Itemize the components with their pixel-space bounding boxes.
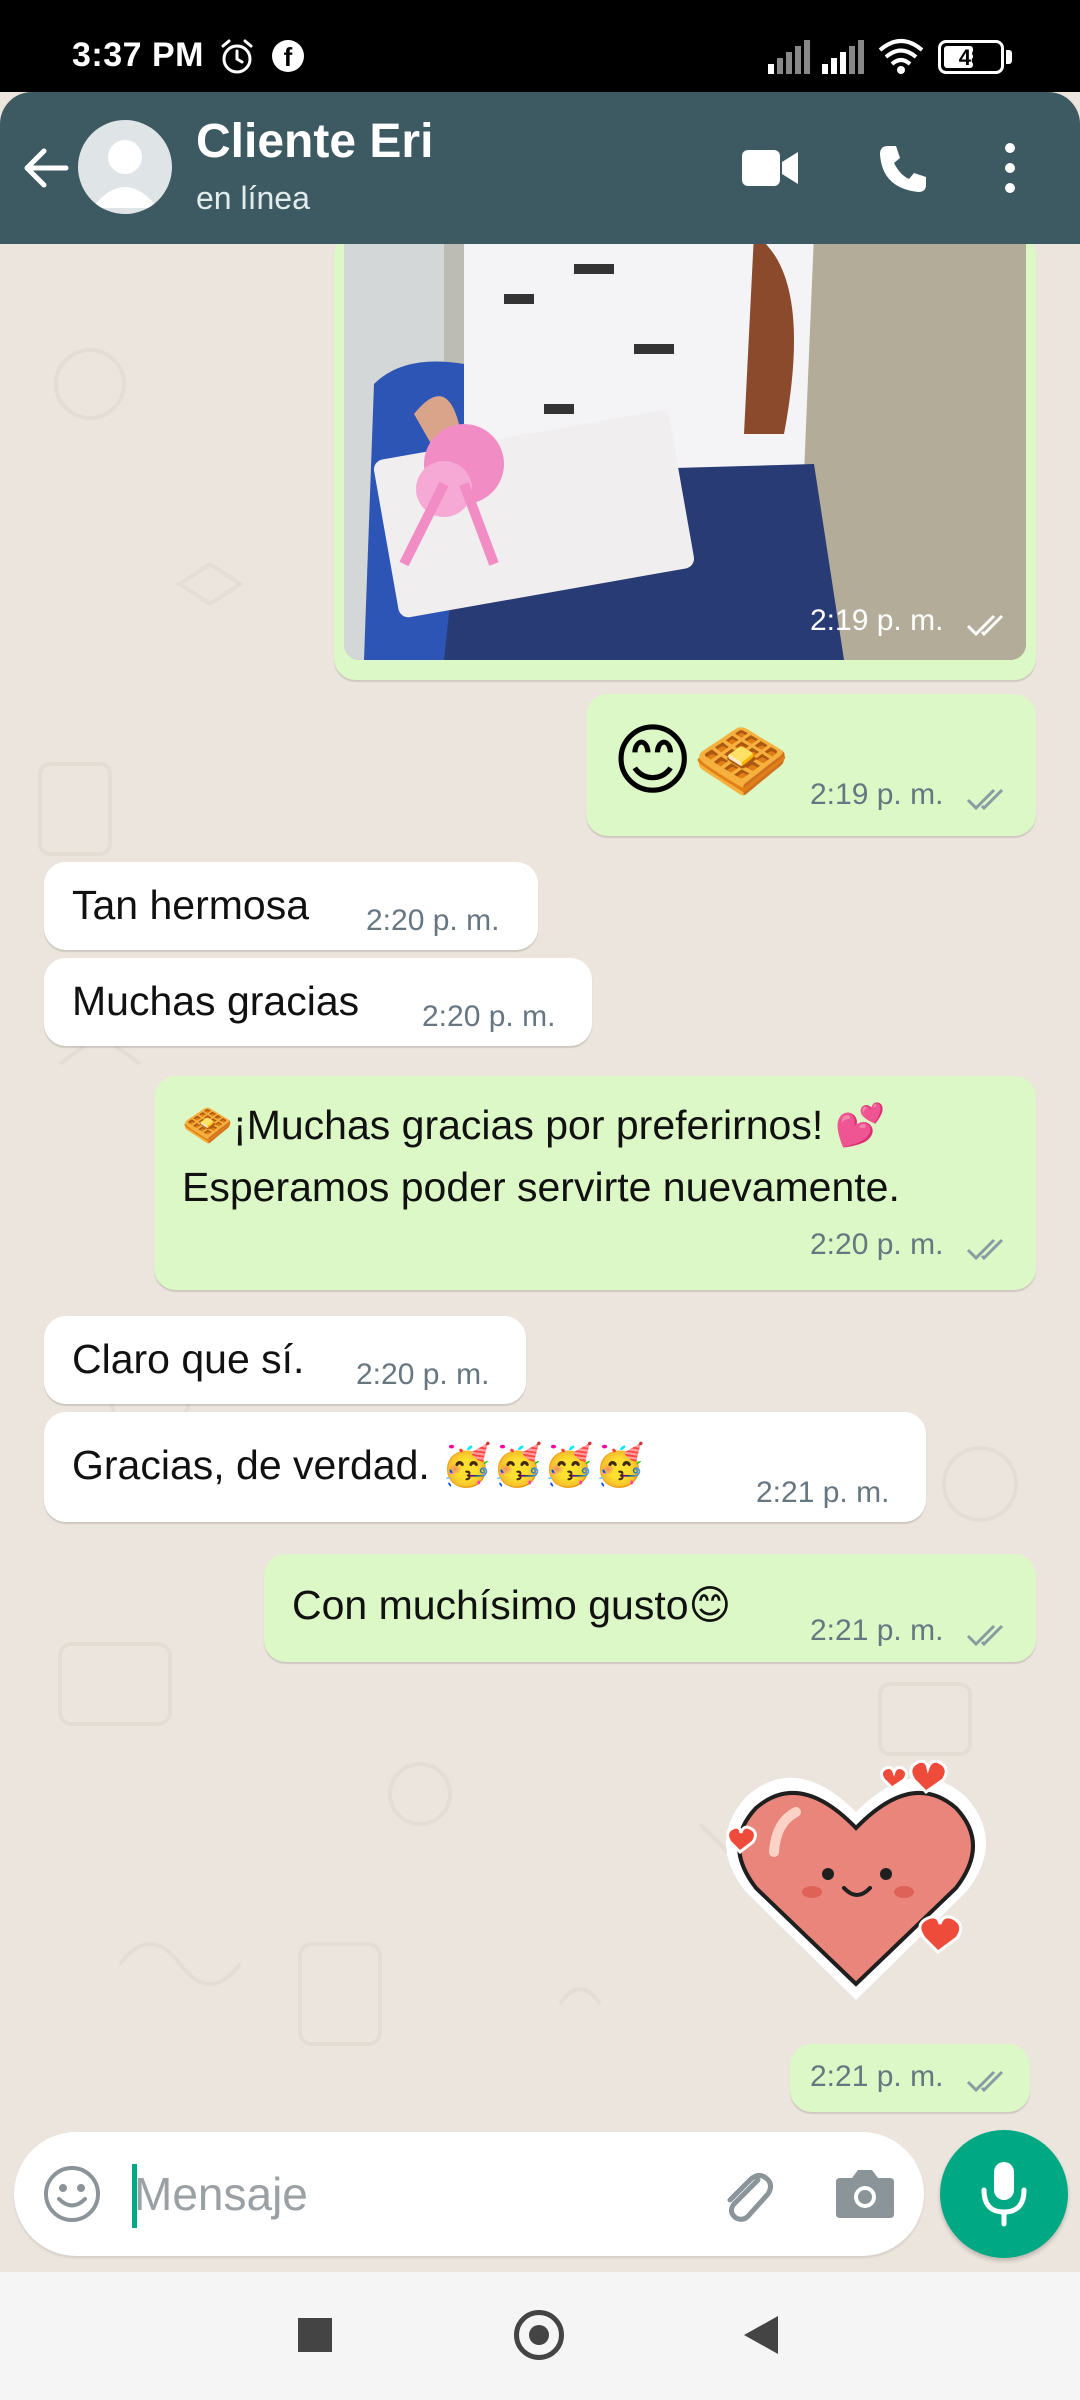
message-bubble[interactable]: Muchas gracias 2:20 p. m. [44,958,592,1046]
message-bubble[interactable]: 🧇¡Muchas gracias por preferirnos! 💕 Espe… [154,1076,1036,1290]
more-vert-icon[interactable] [1002,142,1018,194]
signal-icon [822,40,864,74]
voice-call-icon[interactable] [876,142,930,196]
chat-header: Cliente Eri en línea [0,92,1080,244]
read-ticks-icon [966,2070,1004,2093]
attach-icon[interactable] [714,2162,778,2226]
wifi-icon [878,39,924,74]
message-bubble[interactable]: Claro que sí. 2:20 p. m. [44,1316,526,1404]
status-time: 3:37 PM [72,36,204,74]
mic-button[interactable] [940,2130,1068,2258]
message-time: 2:20 p. m. [810,1228,944,1261]
avatar-icon [92,140,158,208]
mic-icon [981,2162,1027,2227]
read-ticks-icon [966,1624,1004,1647]
contact-name[interactable]: Cliente Eri [196,114,433,169]
message-input[interactable] [134,2152,694,2236]
photo-image [344,244,1026,660]
alarm-icon [221,39,253,74]
status-bar: 3:37 PM f 48 [0,0,1080,92]
message-time: 2:21 p. m. [756,1476,890,1509]
message-time: 2:20 p. m. [356,1358,490,1391]
message-text: Tan hermosa [72,882,310,928]
back-icon[interactable] [742,2314,780,2356]
chat-area[interactable]: 2:19 p. m. 😊🧇 2:19 p. m. Tan hermosa 2:2… [0,244,1080,2124]
message-time: 2:21 p. m. [810,1614,944,1647]
system-nav-bar [0,2272,1080,2400]
message-text: Claro que sí. [72,1336,305,1382]
avatar[interactable] [78,120,172,214]
message-time: 2:19 p. m. [810,778,944,811]
message-bubble[interactable]: 2:21 p. m. [790,2044,1030,2112]
recent-apps-icon[interactable] [298,2318,332,2352]
message-bubble[interactable]: 2:19 p. m. [334,244,1036,680]
message-text: Muchas gracias [72,978,360,1024]
message-bubble[interactable]: Gracias, de verdad. 🥳🥳🥳🥳 2:21 p. m. [44,1412,926,1522]
message-text: Con muchísimo gusto😊 [292,1582,732,1628]
emoji-icon[interactable] [42,2164,102,2224]
read-ticks-icon [966,788,1004,811]
message-image[interactable] [344,244,1026,660]
message-bubble[interactable]: Tan hermosa 2:20 p. m. [44,862,538,950]
home-icon[interactable] [514,2310,564,2360]
message-time: 2:20 p. m. [422,1000,556,1033]
read-ticks-icon [966,614,1004,637]
message-input-bar [14,2132,924,2256]
facebook-icon: f [272,40,304,72]
battery-tip [1006,50,1012,64]
message-emoji: 😊🧇 [612,716,791,804]
battery-level: 48 [958,45,984,70]
message-bubble[interactable]: Con muchísimo gusto😊 2:21 p. m. [264,1554,1036,1662]
contact-status: en línea [196,180,310,216]
message-text-line2: Esperamos poder servirte nuevamente. [182,1164,900,1210]
message-text-line1: 🧇¡Muchas gracias por preferirnos! 💕 [182,1102,886,1148]
read-ticks-icon [966,1238,1004,1261]
video-call-icon[interactable] [740,146,802,190]
battery-icon: 48 [938,40,1004,74]
message-time: 2:21 p. m. [810,2060,944,2093]
message-bubble[interactable]: 😊🧇 2:19 p. m. [586,694,1036,836]
heart-face-sticker[interactable] [716,1752,996,2012]
message-text: Gracias, de verdad. 🥳🥳🥳🥳 [72,1442,646,1488]
camera-icon[interactable] [834,2164,896,2222]
back-arrow-icon[interactable] [18,140,74,196]
message-time: 2:19 p. m. [810,604,944,637]
message-time: 2:20 p. m. [366,904,500,937]
signal-icon [768,40,810,74]
